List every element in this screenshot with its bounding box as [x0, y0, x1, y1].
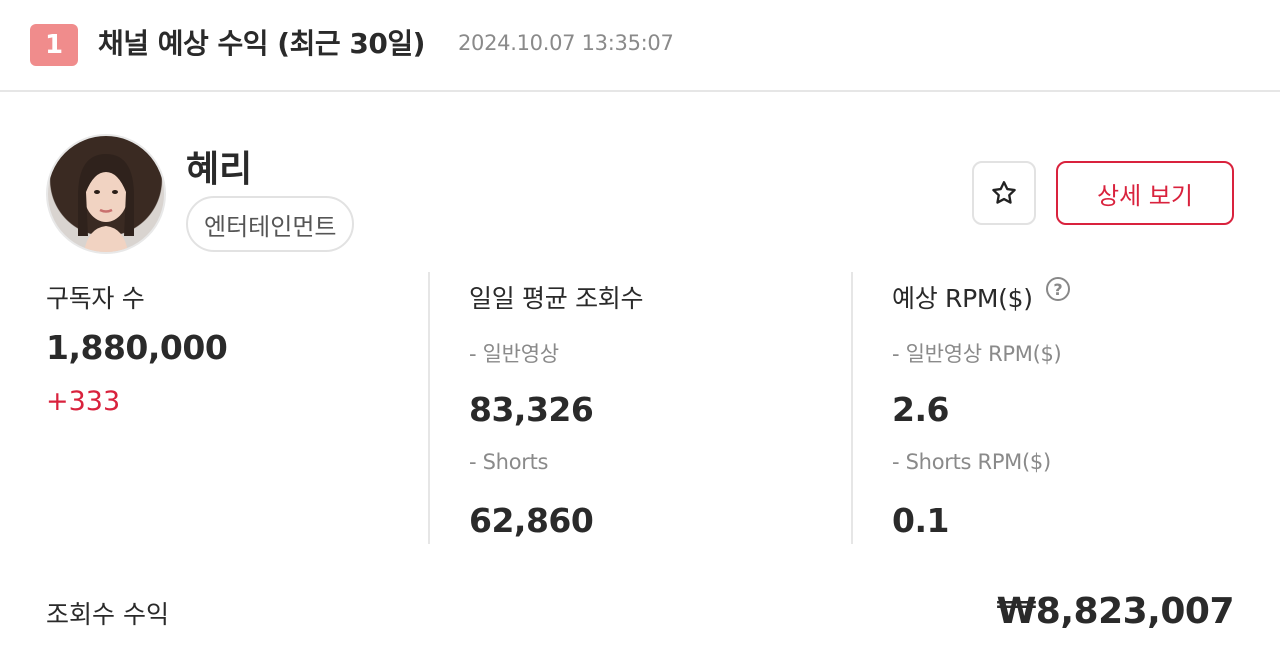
shorts-rpm-value: 0.1	[892, 501, 949, 540]
regular-views-value: 83,326	[469, 390, 594, 429]
rank-badge: 1	[30, 24, 78, 66]
shorts-views-value: 62,860	[469, 501, 594, 540]
category-chip[interactable]: 엔터테인먼트	[186, 196, 355, 252]
channel-avatar[interactable]	[46, 134, 166, 254]
shorts-rpm-label: - Shorts RPM($)	[892, 450, 1051, 474]
star-outline-icon	[992, 181, 1016, 204]
subscribers-label: 구독자 수	[46, 284, 145, 313]
daily-views-label: 일일 평균 조회수	[469, 284, 644, 313]
subscribers-value: 1,880,000	[46, 328, 228, 367]
shorts-views-label: - Shorts	[469, 450, 549, 474]
page-title: 채널 예상 수익 (최근 30일)	[98, 27, 425, 60]
column-divider	[428, 272, 430, 544]
card-header: 1 채널 예상 수익 (최근 30일) 2024.10.07 13:35:07	[0, 0, 1280, 92]
channel-name[interactable]: 혜리	[186, 140, 252, 192]
avatar-portrait	[78, 154, 134, 252]
detail-view-button[interactable]: 상세 보기	[1056, 161, 1234, 225]
question-circle-icon[interactable]: ?	[1046, 277, 1070, 301]
revenue-label: 조회수 수익	[46, 600, 169, 629]
updated-timestamp: 2024.10.07 13:35:07	[458, 31, 674, 55]
revenue-value: ₩8,823,007	[996, 591, 1235, 632]
regular-rpm-label: - 일반영상 RPM($)	[892, 342, 1062, 366]
regular-views-label: - 일반영상	[469, 342, 559, 366]
subscribers-delta: +333	[46, 386, 121, 417]
favorite-button[interactable]	[972, 161, 1036, 225]
regular-rpm-value: 2.6	[892, 390, 949, 429]
rpm-label: 예상 RPM($)	[892, 284, 1033, 313]
column-divider	[851, 272, 853, 544]
